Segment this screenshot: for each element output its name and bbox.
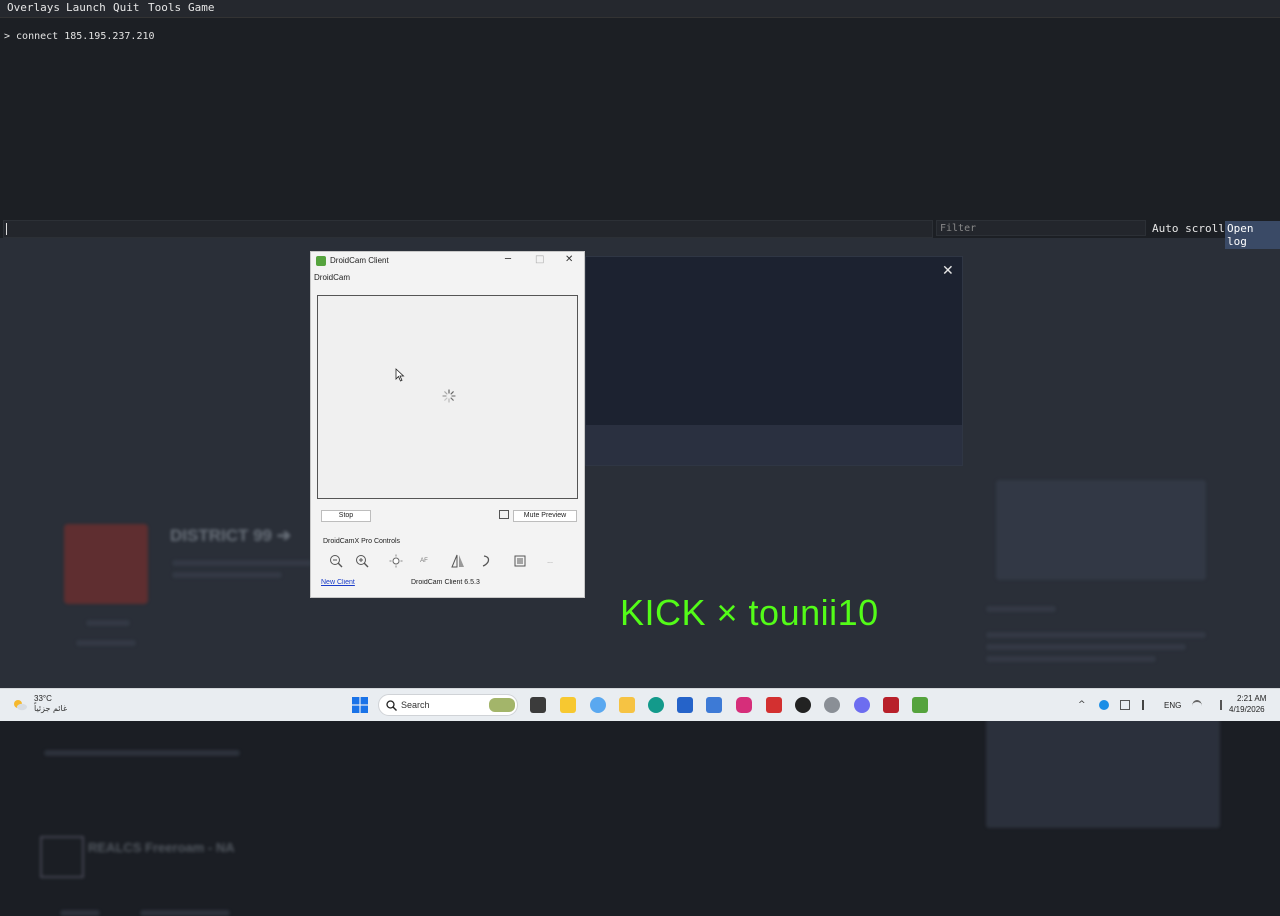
discord-icon[interactable] [854,697,870,713]
auto-scroll-toggle[interactable]: Auto scroll [1152,222,1225,235]
instagram-icon[interactable] [736,697,752,713]
menu-tools[interactable]: Tools [148,1,181,14]
droidcam-menu[interactable]: DroidCam [314,273,350,282]
language-indicator[interactable]: ENG [1164,701,1181,710]
right-panel [986,478,1220,828]
droidcam-app-icon [316,256,326,266]
console-menubar: Overlays Launch Quit Tools Game [0,0,1280,18]
weather-icon[interactable] [12,697,28,713]
search-highlight-image [489,698,515,712]
mouse-cursor-icon [395,368,405,382]
zoom-out-icon[interactable] [327,552,345,570]
new-client-link[interactable]: New Client [321,579,355,586]
weather-temperature: 33°C [34,694,52,703]
stop-button[interactable]: Stop [321,510,371,522]
windows-start-icon[interactable] [352,697,368,713]
server-title: DISTRICT 99 ➔ [170,526,291,545]
menu-overlays[interactable]: Overlays [7,1,60,14]
acrobat-icon[interactable] [883,697,899,713]
server2-title: REALCS Freeroam - NA [88,840,235,855]
menu-launch[interactable]: Launch [66,1,106,14]
search-label: Search [401,700,430,710]
weather-description: غائم جزئياً [34,704,68,713]
tray-app-icon[interactable] [1120,700,1130,710]
screenshot-icon[interactable] [499,510,509,519]
stream-overlay-text: KICK × tounii10 [620,592,879,633]
wps-icon[interactable] [766,697,782,713]
maximize-button[interactable]: □ [535,254,544,265]
pro-controls-label: DroidCamX Pro Controls [323,538,401,545]
open-log-button[interactable]: Open log [1225,221,1280,249]
file-explorer-icon[interactable] [619,697,635,713]
dark-modal: ✕ [585,256,963,466]
app-icon-2[interactable] [706,697,722,713]
console-command-input[interactable] [3,220,933,238]
store-icon[interactable] [677,697,693,713]
droidcam-titlebar[interactable]: DroidCam Client ─ □ ✕ [311,252,584,270]
autofocus-icon[interactable]: AF [415,552,433,570]
server2-logo [40,836,84,878]
volume-icon[interactable] [1210,700,1222,710]
taskbar-search[interactable]: Search [378,694,518,716]
app-icon-1[interactable] [560,697,576,713]
zoom-in-icon[interactable] [353,552,371,570]
task-view-icon[interactable] [530,697,546,713]
search-icon [386,700,397,711]
menu-game[interactable]: Game [188,1,215,14]
clock-date[interactable]: 4/19/2026 [1229,705,1265,714]
settings-gear-icon[interactable] [824,697,840,713]
wifi-icon[interactable] [1192,700,1202,712]
modal-footer [586,425,962,465]
edge-icon[interactable] [648,697,664,713]
console-overlay: Overlays Launch Quit Tools Game > connec… [0,0,1280,249]
droidcam-taskbar-icon[interactable] [912,697,928,713]
menu-quit[interactable]: Quit [113,1,140,14]
onedrive-icon[interactable] [1099,700,1109,710]
rotate-icon[interactable] [477,552,495,570]
chevron-up-icon[interactable]: ^ [1078,700,1088,710]
clock-time[interactable]: 2:21 AM [1237,694,1266,703]
modal-close-button[interactable]: ✕ [942,263,954,279]
taskbar: 33°C غائم جزئياً Search ^ ENG 2:21 AM 4/… [0,688,1280,721]
more-icon[interactable]: ... [541,552,559,570]
copilot-icon[interactable] [590,697,606,713]
minimize-button[interactable]: ─ [505,254,511,265]
mute-preview-button[interactable]: Mute Preview [513,510,577,522]
obs-icon[interactable] [795,697,811,713]
settings-icon[interactable] [511,552,529,570]
mirror-icon[interactable] [449,552,467,570]
close-button[interactable]: ✕ [565,254,573,265]
server-logo [64,524,148,604]
console-output-line: > connect 185.195.237.210 [4,31,155,42]
light-icon[interactable] [387,552,405,570]
version-label: DroidCam Client 6.5.3 [411,579,480,586]
microphone-icon[interactable] [1142,700,1154,710]
loading-spinner-icon [442,389,456,403]
droidcam-window-title: DroidCam Client [330,256,389,265]
droidcam-window: DroidCam Client ─ □ ✕ DroidCam Stop Mute… [310,251,585,598]
text-cursor [6,223,7,235]
camera-preview [317,295,578,499]
console-filter-input[interactable]: Filter [936,220,1146,236]
